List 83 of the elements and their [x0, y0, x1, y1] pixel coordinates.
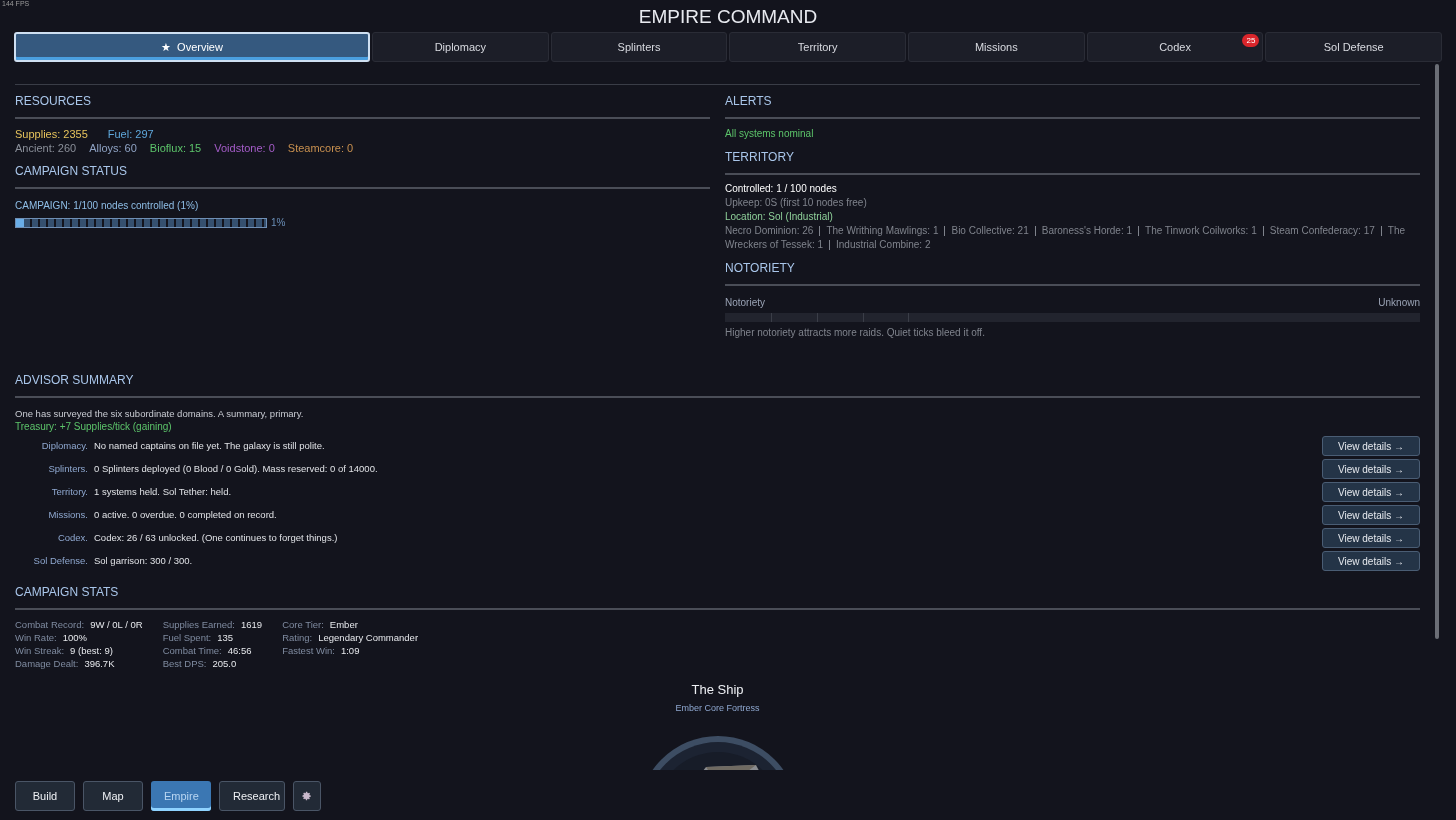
domain-label: Splinters. [47, 461, 88, 476]
view-details-button[interactable]: View details → [1322, 436, 1420, 456]
stat-label: Combat Record: [15, 618, 85, 631]
stat-value: Legendary Commander [318, 631, 419, 644]
resource-count: Ancient: 260 [15, 141, 77, 155]
stat-label: Combat Time: [162, 644, 222, 657]
section-heading: TERRITORY [725, 141, 1420, 175]
view-details-button[interactable]: View details → [1322, 459, 1420, 479]
tab[interactable]: Codex 25 [1086, 32, 1264, 62]
scrollbar[interactable] [1435, 64, 1439, 639]
domain-label: Sol Defense. [32, 553, 88, 568]
stat-label: Best DPS: [162, 657, 207, 670]
treasury-status: Treasury: +7 Supplies/tick (gaining) [15, 420, 173, 433]
domain-label: Missions. [47, 507, 88, 522]
tab[interactable]: Diplomacy [372, 32, 549, 62]
alert-message: All systems nominal [725, 127, 815, 141]
stat-value: 1619 [241, 618, 263, 631]
stat-label: Win Streak: [15, 644, 65, 657]
stat-value: 9 (best: 9) [70, 644, 113, 657]
stat-label: Fuel Spent: [162, 631, 212, 644]
domain-label: Codex. [56, 530, 88, 545]
tab[interactable]: Missions [908, 32, 1085, 62]
stat-value: Ember [329, 618, 358, 631]
resource-count: Voidstone: 0 [214, 141, 275, 155]
view-details-button[interactable]: View details → [1322, 482, 1420, 502]
page-title: EMPIRE COMMAND [638, 5, 818, 29]
section-heading: CAMPAIGN STATUS [15, 155, 710, 189]
section-heading: CAMPAIGN STATS [15, 576, 1420, 610]
location-text: Location: Sol (Industrial) [725, 210, 834, 224]
ship-title: The Ship [691, 681, 744, 699]
stat-label: Damage Dealt: [15, 657, 79, 670]
settings-button[interactable] [293, 781, 321, 811]
stat-label: Fastest Win: [282, 644, 335, 657]
nav-button[interactable]: Build [15, 781, 75, 811]
domain-summary: Codex: 26 / 63 unlocked. (One continues to forget things.) [94, 530, 339, 545]
resource-count: Steamcore: 0 [287, 141, 354, 155]
tab[interactable]: ★ Overview [14, 32, 370, 62]
section-heading: NOTORIETY [725, 252, 1420, 286]
view-details-button[interactable]: View details → [1322, 551, 1420, 571]
stat-label: Core Tier: [282, 618, 324, 631]
campaign-progress-label: CAMPAIGN: 1/100 nodes controlled (1%) [15, 199, 200, 213]
ship-subtitle: Ember Core Fortress [675, 701, 760, 715]
nav-button[interactable]: Research [219, 781, 285, 811]
advisor-intro: One has surveyed the six subordinate domains. A summary, primary. [15, 407, 305, 420]
resource-count: Fuel: 297 [107, 127, 154, 141]
view-details-button[interactable]: View details → [1322, 528, 1420, 548]
upkeep-text: Upkeep: 0S (first 10 nodes free) [725, 196, 868, 210]
faction-list: Necro Dominion: 26 The Writhing Mawlings: 1 Bio Collective: 21 Baroness's Horde: 1 The Tinwork Coilworks: 1 Steam Confederacy: 17 The Wreckers of Tessek: 1 Industrial Combine: 2 [725, 224, 1420, 252]
resource-count: Alloys: 60 [89, 141, 137, 155]
section-heading: ADVISOR SUMMARY [15, 364, 1420, 398]
stat-value: 396.7K [84, 657, 115, 670]
stat-value: 205.0 [212, 657, 237, 670]
progress-percent: 1% [271, 216, 286, 230]
domain-summary: Sol garrison: 300 / 300. [94, 553, 194, 568]
settings-icon [302, 791, 312, 801]
stat-label: Rating: [282, 631, 313, 644]
stat-value: 1:09 [340, 644, 360, 657]
tab[interactable]: Territory [729, 32, 906, 62]
section-heading: ALERTS [725, 85, 1420, 119]
view-details-button[interactable]: View details → [1322, 505, 1420, 525]
domain-summary: 1 systems held. Sol Tether: held. [94, 484, 233, 499]
controlled-nodes: Controlled: 1 / 100 nodes [725, 182, 1420, 196]
stat-value: 9W / 0L / 0R [90, 618, 143, 631]
domain-summary: No named captains on file yet. The galaxy is still polite. [94, 438, 326, 453]
stat-value: 46:56 [227, 644, 252, 657]
nav-button[interactable]: Map [83, 781, 143, 811]
resource-count: Bioflux: 15 [149, 141, 202, 155]
section-heading: RESOURCES [15, 85, 710, 119]
domain-label: Territory. [50, 484, 88, 499]
notoriety-label: Notoriety [725, 296, 765, 310]
notification-badge: 25 [1242, 34, 1260, 47]
domain-label: Diplomacy. [40, 438, 88, 453]
notoriety-hint: Higher notoriety attracts more raids. Quiet ticks bleed it off. [725, 326, 986, 340]
domain-summary: 0 active. 0 overdue. 0 completed on record. [94, 507, 278, 522]
stat-value: 135 [217, 631, 234, 644]
tab[interactable]: Splinters [550, 32, 728, 62]
resource-count: Supplies: 2355 [15, 127, 88, 141]
stat-label: Win Rate: [15, 631, 57, 644]
tab[interactable]: Sol Defense [1265, 32, 1443, 62]
stat-label: Supplies Earned: [162, 618, 235, 631]
stat-value: 100% [62, 631, 88, 644]
notoriety-reading: Unknown [1378, 296, 1420, 310]
domain-summary: 0 Splinters deployed (0 Blood / 0 Gold). Mass reserved: 0 of 14000. [94, 461, 379, 476]
